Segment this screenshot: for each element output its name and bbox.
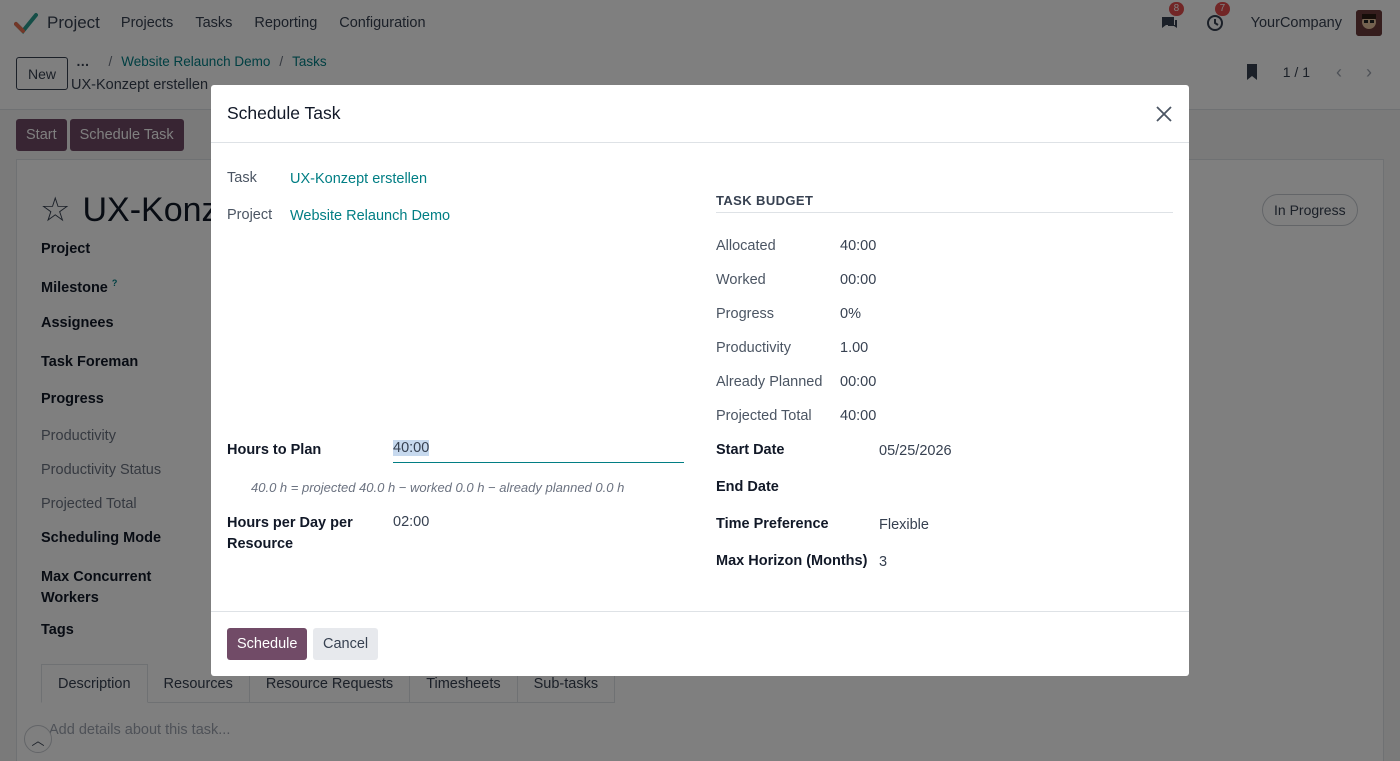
- budget-progress-label: Progress: [716, 306, 775, 322]
- task-link[interactable]: UX-Konzept erstellen: [290, 171, 427, 187]
- schedule-task-dialog: Schedule Task Task UX-Konzept erstellen …: [211, 85, 1189, 676]
- close-icon[interactable]: [1153, 103, 1175, 125]
- hours-to-plan-value: 40:00: [393, 440, 430, 456]
- hours-to-plan-input[interactable]: 40:00: [393, 440, 684, 463]
- budget-productivity-value: 1.00: [840, 340, 869, 356]
- cancel-button[interactable]: Cancel: [313, 628, 379, 660]
- schedule-button[interactable]: Schedule: [227, 628, 308, 660]
- budget-already-planned-label: Already Planned: [716, 374, 823, 390]
- budget-progress-value: 0%: [840, 306, 861, 322]
- budget-worked-label: Worked: [716, 272, 766, 288]
- hours-to-plan-label: Hours to Plan: [227, 442, 322, 458]
- max-horizon-label: Max Horizon (Months): [716, 553, 868, 569]
- budget-projected-total-value: 40:00: [840, 408, 877, 424]
- hours-per-day-label: Hours per Day per Resource: [227, 515, 353, 552]
- time-preference-select[interactable]: Flexible: [879, 517, 929, 533]
- dialog-header: Schedule Task: [211, 85, 1189, 143]
- start-date-input[interactable]: 05/25/2026: [879, 443, 952, 459]
- start-date-label: Start Date: [716, 442, 785, 458]
- end-date-label: End Date: [716, 479, 779, 495]
- budget-productivity-label: Productivity: [716, 340, 791, 356]
- task-budget-heading: TASK BUDGET: [716, 193, 1173, 213]
- budget-allocated-value: 40:00: [840, 238, 877, 254]
- dialog-footer: Schedule Cancel: [211, 611, 1189, 676]
- budget-worked-value: 00:00: [840, 272, 877, 288]
- time-preference-label: Time Preference: [716, 516, 829, 532]
- project-label: Project: [227, 207, 273, 223]
- hours-per-day-input[interactable]: 02:00: [393, 514, 429, 530]
- budget-already-planned-value: 00:00: [840, 374, 877, 390]
- budget-allocated-label: Allocated: [716, 238, 776, 254]
- budget-projected-total-label: Projected Total: [716, 408, 812, 424]
- task-label: Task: [227, 170, 257, 186]
- dialog-title: Schedule Task: [227, 103, 341, 123]
- project-link[interactable]: Website Relaunch Demo: [290, 208, 450, 224]
- end-date-input[interactable]: [879, 479, 1169, 499]
- hours-formula-hint: 40.0 h = projected 40.0 h − worked 0.0 h…: [251, 480, 625, 495]
- max-horizon-input[interactable]: 3: [879, 554, 887, 570]
